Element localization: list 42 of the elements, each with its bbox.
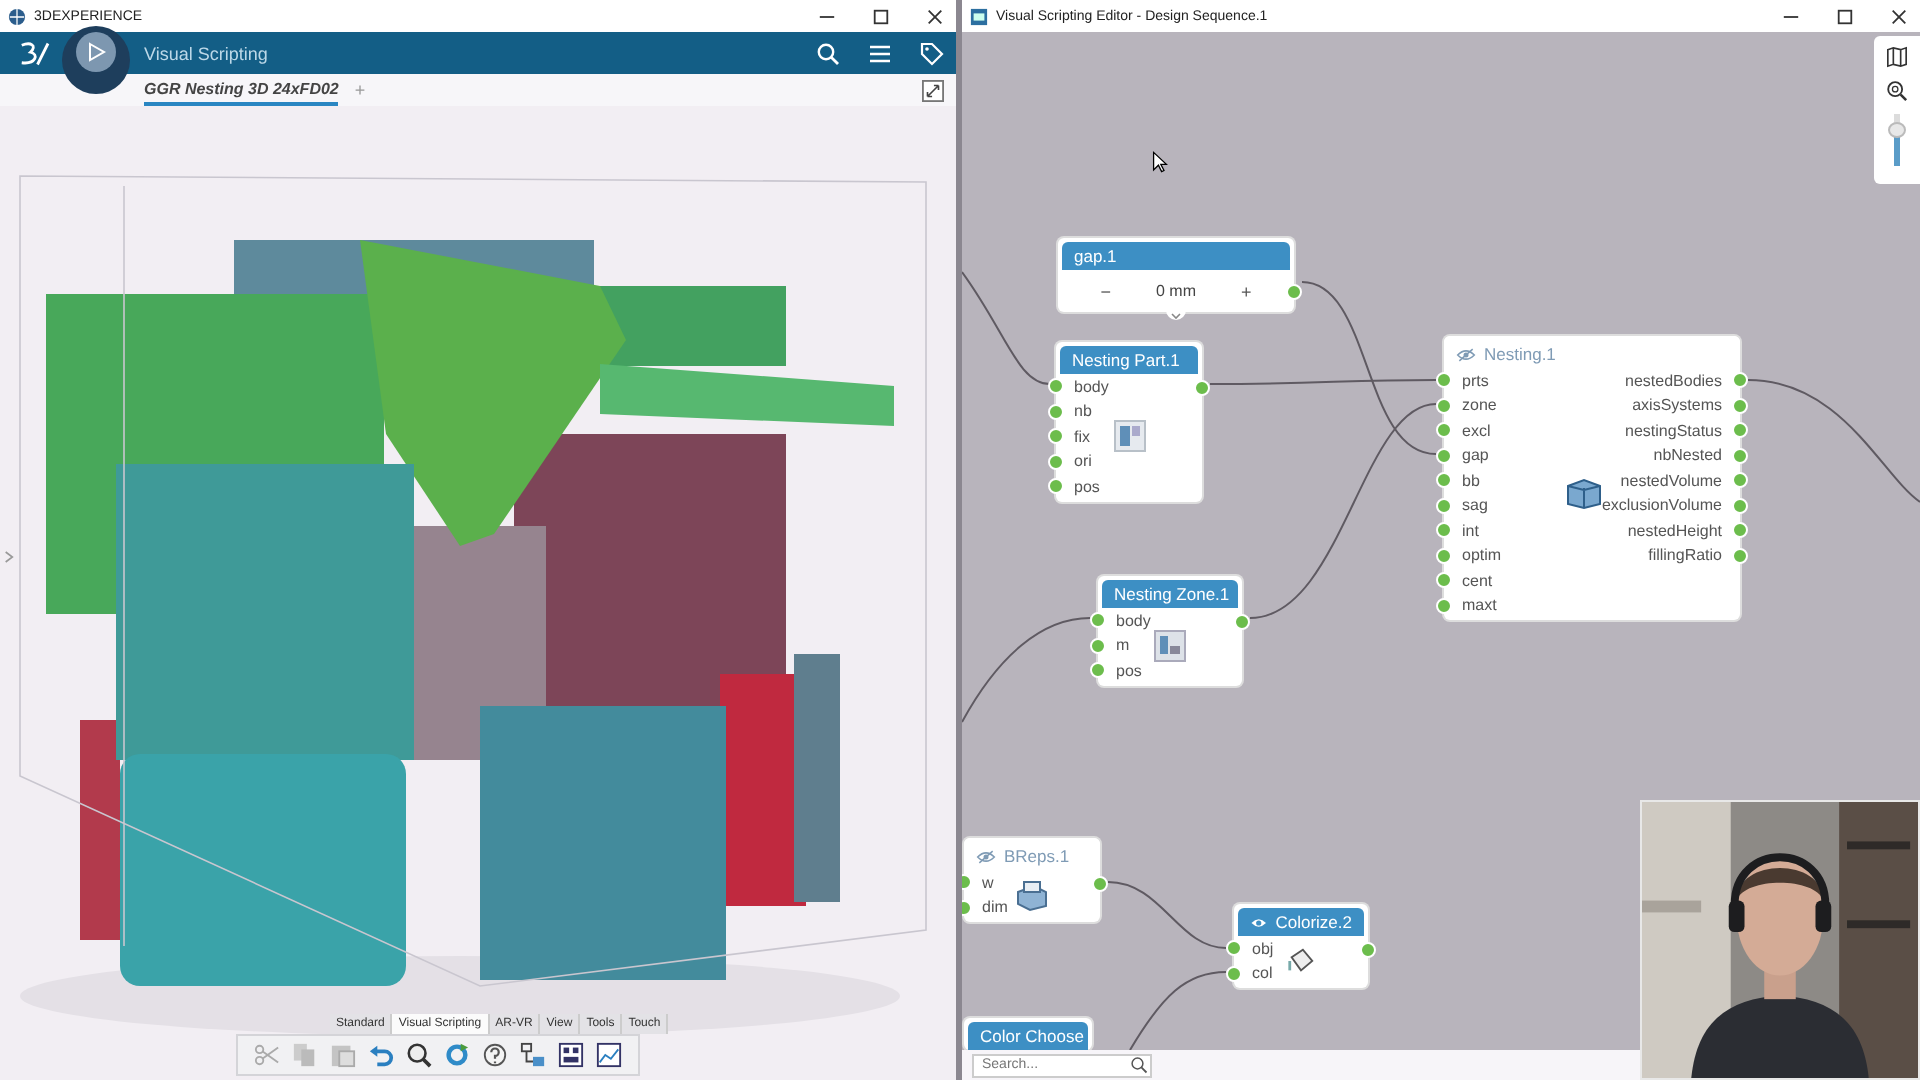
port-label: nestedHeight <box>1627 521 1722 540</box>
value-field[interactable]: 0 mm <box>1155 282 1196 300</box>
port-label: int <box>1462 521 1479 540</box>
node-title: BReps.1 <box>1004 846 1070 866</box>
node-title: Nesting.1 <box>1484 344 1556 364</box>
port-label: ori <box>1074 452 1092 471</box>
port-label: gap <box>1462 446 1489 465</box>
port-label: m <box>1116 636 1130 655</box>
port-label: fix <box>1074 427 1090 446</box>
port-label: nbNested <box>1653 446 1722 465</box>
port-label: pos <box>1074 477 1100 496</box>
node-title: Nesting Part.1 <box>1072 350 1180 370</box>
port-label: nb <box>1074 402 1092 421</box>
port-label: maxt <box>1462 596 1497 615</box>
port-label: w <box>982 873 994 892</box>
port-label: fillingRatio <box>1648 546 1722 565</box>
port-label: optim <box>1462 546 1502 565</box>
port-label: cent <box>1462 571 1493 590</box>
port-label: prts <box>1462 371 1489 390</box>
port-label: zone <box>1462 396 1497 415</box>
node-title: Colorize.2 <box>1275 912 1352 932</box>
port-label: body <box>1116 611 1151 630</box>
port-label: pos <box>1116 661 1142 680</box>
node-title: Color Choose <box>980 1026 1084 1046</box>
node-title: gap.1 <box>1074 246 1117 266</box>
port-label: body <box>1074 377 1109 396</box>
decrement-button[interactable]: − <box>1100 281 1111 301</box>
increment-button[interactable]: + <box>1240 281 1252 301</box>
port-label: exclusionVolume <box>1601 496 1722 515</box>
port-label: axisSystems <box>1632 396 1722 415</box>
port-label: sag <box>1462 496 1488 515</box>
port-label: dim <box>982 898 1008 917</box>
node-title: Nesting Zone.1 <box>1114 584 1230 604</box>
port-label: nestedVolume <box>1620 471 1722 490</box>
port-label: nestingStatus <box>1625 421 1722 440</box>
app-name: Visual Scripting <box>144 43 268 63</box>
port-label: nestedBodies <box>1625 371 1722 390</box>
port-label: excl <box>1462 421 1491 440</box>
port-label: obj <box>1252 939 1274 958</box>
node-card[interactable]: Color Choose <box>964 1018 1092 1050</box>
port-label: col <box>1252 964 1273 983</box>
port-label: bb <box>1462 471 1480 490</box>
